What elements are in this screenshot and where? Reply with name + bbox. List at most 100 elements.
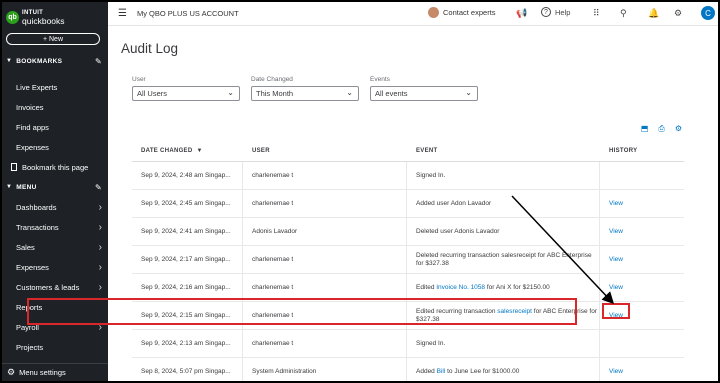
cell-date: Sep 9, 2024, 2:15 am Singap...	[132, 302, 243, 329]
sort-down-icon: ▼	[196, 147, 203, 154]
search-icon[interactable]: ⚲	[620, 8, 627, 19]
main-content: Audit Log User All Users ⌄ Date Changed …	[108, 26, 718, 381]
cell-history: View	[600, 218, 684, 245]
user-select[interactable]: All Users ⌄	[132, 86, 240, 101]
chevron-right-icon: ›	[98, 321, 102, 333]
menu-settings[interactable]: ⚙ Menu settings	[2, 363, 108, 381]
sidebar-item-projects[interactable]: Projects	[2, 337, 108, 357]
cell-date: Sep 9, 2024, 2:16 am Singap...	[132, 274, 243, 301]
sidebar-item-expenses[interactable]: Expenses ›	[2, 257, 108, 277]
qb-logo-icon: qb	[6, 10, 19, 24]
col-history: HISTORY	[609, 147, 638, 154]
event-link[interactable]: Invoice No. 1058	[436, 284, 485, 291]
col-user: USER	[252, 147, 270, 154]
table-header: DATE CHANGED ▼ USER EVENT HISTORY	[132, 140, 684, 162]
cell-user: System Administration	[243, 358, 407, 381]
cell-user: Adonis Lavador	[243, 218, 407, 245]
edit-menu-icon[interactable]: ✎	[95, 183, 102, 192]
cell-history	[600, 330, 684, 357]
table-row: Sep 9, 2024, 2:15 am Singap... charlenema…	[132, 302, 684, 330]
sidebar: qb INTUIT quickbooks + New ▼ BOOKMARKS ✎…	[2, 2, 108, 381]
print-icon[interactable]: ⎙	[658, 124, 664, 134]
cell-event: Signed In.	[407, 330, 600, 357]
sidebar-item-invoices[interactable]: Invoices	[2, 97, 108, 117]
chevron-down-icon: ⌄	[346, 88, 353, 97]
cell-date: Sep 9, 2024, 2:45 am Singap...	[132, 190, 243, 217]
cell-history: View	[600, 246, 684, 273]
export-icon[interactable]: ⬒	[641, 124, 649, 134]
bookmarks-header[interactable]: ▼ BOOKMARKS ✎	[2, 53, 108, 69]
collapse-triangle-icon: ▼	[6, 58, 13, 64]
view-history-link[interactable]: View	[609, 368, 623, 375]
sidebar-item-live-experts[interactable]: Live Experts	[2, 77, 108, 97]
cell-date: Sep 9, 2024, 2:41 am Singap...	[132, 218, 243, 245]
cell-date: Sep 9, 2024, 2:13 am Singap...	[132, 330, 243, 357]
cell-user: charlenemae t	[243, 246, 407, 273]
date-changed-filter: Date Changed This Month ⌄	[251, 76, 359, 101]
new-button[interactable]: + New	[6, 33, 100, 45]
sidebar-item-payroll[interactable]: Payroll ›	[2, 317, 108, 337]
view-history-link[interactable]: View	[609, 228, 623, 235]
cell-history: View	[600, 190, 684, 217]
col-event: EVENT	[416, 147, 438, 154]
view-history-link[interactable]: View	[609, 284, 623, 291]
event-link[interactable]: Bill	[437, 368, 446, 375]
gear-icon: ⚙	[7, 367, 16, 377]
app-window: qb INTUIT quickbooks + New ▼ BOOKMARKS ✎…	[2, 2, 718, 381]
edit-bookmarks-icon[interactable]: ✎	[95, 57, 102, 66]
contact-experts-button[interactable]: Contact experts	[428, 7, 496, 18]
megaphone-icon[interactable]: 📢	[516, 8, 527, 19]
sidebar-item-transactions[interactable]: Transactions ›	[2, 217, 108, 237]
col-date-changed[interactable]: DATE CHANGED ▼	[132, 140, 243, 161]
expert-avatar	[428, 7, 439, 18]
events-select[interactable]: All events ⌄	[370, 86, 478, 101]
settings-gear-icon[interactable]: ⚙	[674, 8, 682, 19]
view-history-link[interactable]: View	[609, 312, 623, 319]
page-title: Audit Log	[121, 41, 179, 56]
event-link[interactable]: salesreceipt	[497, 308, 532, 315]
bookmark-icon	[11, 163, 17, 171]
table-row: Sep 8, 2024, 5:07 pm Singap... System Adm…	[132, 358, 684, 381]
hamburger-menu-icon[interactable]: ☰	[118, 8, 127, 19]
logo-quickbooks: quickbooks	[22, 16, 65, 26]
sidebar-item-expenses-bookmark[interactable]: Expenses	[2, 137, 108, 157]
menu-header[interactable]: ▼ MENU ✎	[2, 179, 108, 195]
table-settings-icon[interactable]: ⚙	[675, 124, 682, 134]
cell-date: Sep 8, 2024, 5:07 pm Singap...	[132, 358, 243, 381]
cell-history: View	[600, 358, 684, 381]
cell-event: Edited Invoice No. 1058 for Ani X for $2…	[407, 274, 600, 301]
table-row: Sep 9, 2024, 2:16 am Singap... charlenema…	[132, 274, 684, 302]
events-filter: Events All events ⌄	[370, 76, 478, 101]
notifications-bell-icon[interactable]: 🔔	[648, 8, 659, 19]
quickbooks-logo[interactable]: qb INTUIT quickbooks	[6, 7, 65, 27]
cell-user: charlenemae t	[243, 302, 407, 329]
chevron-down-icon: ⌄	[465, 88, 472, 97]
bookmark-this-page[interactable]: Bookmark this page	[2, 157, 108, 177]
cell-history: View	[600, 302, 684, 329]
date-changed-select[interactable]: This Month ⌄	[251, 86, 359, 101]
collapse-triangle-icon: ▼	[6, 184, 13, 190]
user-avatar[interactable]: C	[701, 6, 715, 20]
view-history-link[interactable]: View	[609, 200, 623, 207]
view-history-link[interactable]: View	[609, 256, 623, 263]
question-icon: ?	[541, 7, 551, 17]
cell-user: charlenemae t	[243, 330, 407, 357]
sidebar-item-dashboards[interactable]: Dashboards ›	[2, 197, 108, 217]
top-bar: ☰ My QBO PLUS US ACCOUNT Contact experts…	[108, 2, 718, 26]
cell-event: Deleted recurring transaction salesrecei…	[407, 246, 600, 273]
table-row: Sep 9, 2024, 2:17 am Singap... charlenema…	[132, 246, 684, 274]
chevron-down-icon: ⌄	[227, 88, 234, 97]
chevron-right-icon: ›	[98, 241, 102, 253]
sidebar-item-customers-leads[interactable]: Customers & leads ›	[2, 277, 108, 297]
cell-user: charlenemae t	[243, 162, 407, 189]
sidebar-item-reports[interactable]: Reports	[2, 297, 108, 317]
sidebar-item-find-apps[interactable]: Find apps	[2, 117, 108, 137]
cell-history	[600, 162, 684, 189]
sidebar-item-sales[interactable]: Sales ›	[2, 237, 108, 257]
help-button[interactable]: ? Help	[541, 7, 570, 17]
apps-grid-icon[interactable]: ⠿	[593, 8, 600, 19]
cell-event: Edited recurring transaction salesreceip…	[407, 302, 600, 329]
chevron-right-icon: ›	[98, 201, 102, 213]
table-row: Sep 9, 2024, 2:13 am Singap... charlenema…	[132, 330, 684, 358]
chevron-right-icon: ›	[98, 261, 102, 273]
